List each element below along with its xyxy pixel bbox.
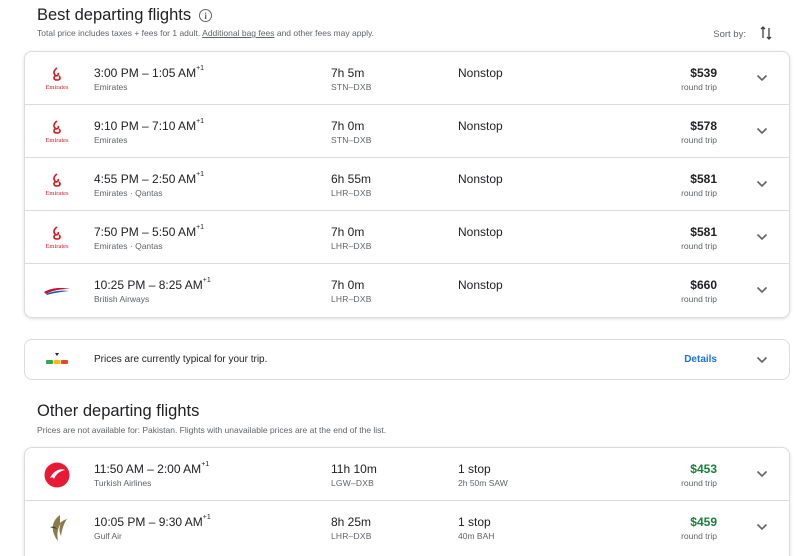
trip-type: round trip: [681, 188, 717, 198]
flight-times: 11:50 AM – 2:00 AM+1: [94, 461, 210, 476]
flight-price: $539: [690, 66, 717, 80]
flight-duration: 11h 10m: [331, 462, 377, 476]
flight-times: 10:25 PM – 8:25 AM+1: [94, 277, 211, 292]
emirates-logo: Emirates: [41, 171, 73, 199]
flight-times: 7:50 PM – 5:50 AM+1: [94, 224, 205, 239]
other-flights-list: 11:50 AM – 2:00 AM+1 Turkish Airlines 11…: [24, 447, 790, 556]
chevron-down-icon[interactable]: [755, 353, 769, 367]
flight-route: LHR–DXB: [331, 188, 372, 198]
price-insight-banner[interactable]: Prices are currently typical for your tr…: [24, 339, 790, 380]
flight-row[interactable]: 11:50 AM – 2:00 AM+1 Turkish Airlines 11…: [25, 448, 789, 501]
chevron-down-icon[interactable]: [755, 467, 769, 481]
flight-duration: 8h 25m: [331, 515, 372, 529]
other-flights-subtitle: Prices are not available for: Pakistan. …: [37, 425, 387, 435]
flight-price: $453: [690, 462, 717, 476]
flight-route: LHR–DXB: [331, 241, 372, 251]
svg-text:Emirates: Emirates: [45, 243, 69, 250]
flight-stops: 1 stop: [458, 462, 491, 476]
chevron-down-icon[interactable]: [755, 177, 769, 191]
chevron-down-icon[interactable]: [755, 230, 769, 244]
flight-route: STN–DXB: [331, 135, 372, 145]
flight-duration: 7h 5m: [331, 66, 365, 80]
trip-type: round trip: [681, 294, 717, 304]
flight-stops: Nonstop: [458, 225, 503, 239]
flight-row[interactable]: Emirates 3:00 PM – 1:05 AM+1 Emirates 7h…: [25, 52, 789, 105]
price-gauge-icon: [45, 352, 69, 368]
layover-detail: 2h 50m SAW: [458, 478, 508, 488]
trip-type: round trip: [681, 531, 717, 541]
best-flights-title: Best departing flights i: [37, 6, 213, 25]
best-flights-subtitle: Total price includes taxes + fees for 1 …: [37, 28, 375, 38]
flight-duration: 7h 0m: [331, 119, 365, 133]
airline-name: Turkish Airlines: [94, 478, 152, 488]
best-flights-list: Emirates 3:00 PM – 1:05 AM+1 Emirates 7h…: [24, 51, 790, 318]
airline-name: British Airways: [94, 294, 150, 304]
flight-route: STN–DXB: [331, 82, 372, 92]
flight-price: $578: [690, 119, 717, 133]
turkish-airlines-logo: [41, 461, 73, 489]
flight-route: LHR–DXB: [331, 531, 372, 541]
sort-label: Sort by:: [713, 29, 746, 40]
british-airways-logo: [41, 277, 73, 305]
trip-type: round trip: [681, 241, 717, 251]
svg-text:Emirates: Emirates: [45, 84, 69, 91]
chevron-down-icon[interactable]: [755, 283, 769, 297]
airline-name: Emirates: [94, 82, 128, 92]
info-icon[interactable]: i: [199, 9, 213, 22]
price-insight-text: Prices are currently typical for your tr…: [94, 354, 268, 365]
sort-icon[interactable]: [760, 26, 772, 43]
chevron-down-icon[interactable]: [755, 124, 769, 138]
flight-times: 3:00 PM – 1:05 AM+1: [94, 65, 205, 80]
flight-price: $459: [690, 515, 717, 529]
svg-text:Emirates: Emirates: [45, 190, 69, 197]
airline-name: Emirates: [94, 135, 128, 145]
details-link[interactable]: Details: [684, 354, 717, 365]
svg-text:Emirates: Emirates: [45, 137, 69, 144]
layover-detail: 40m BAH: [458, 531, 495, 541]
airline-name: Emirates · Qantas: [94, 188, 163, 198]
flight-row[interactable]: 10:25 PM – 8:25 AM+1 British Airways 7h …: [25, 264, 789, 317]
flight-duration: 7h 0m: [331, 225, 365, 239]
airline-name: Gulf Air: [94, 531, 122, 541]
flight-price: $660: [690, 278, 717, 292]
emirates-logo: Emirates: [41, 118, 73, 146]
flight-stops: 1 stop: [458, 515, 491, 529]
gulf-air-logo: [41, 514, 73, 542]
flight-row[interactable]: Emirates 4:55 PM – 2:50 AM+1 Emirates · …: [25, 158, 789, 211]
flight-stops: Nonstop: [458, 278, 503, 292]
flight-row[interactable]: 10:05 PM – 9:30 AM+1 Gulf Air 8h 25m LHR…: [25, 501, 789, 554]
airline-name: Emirates · Qantas: [94, 241, 163, 251]
flight-duration: 7h 0m: [331, 278, 365, 292]
flight-price: $581: [690, 172, 717, 186]
flight-times: 10:05 PM – 9:30 AM+1: [94, 514, 211, 529]
flight-stops: Nonstop: [458, 119, 503, 133]
flight-row[interactable]: Emirates 7:50 PM – 5:50 AM+1 Emirates · …: [25, 211, 789, 264]
flight-route: LGW–DXB: [331, 478, 374, 488]
flight-times: 4:55 PM – 2:50 AM+1: [94, 171, 205, 186]
emirates-logo: Emirates: [41, 65, 73, 93]
trip-type: round trip: [681, 135, 717, 145]
trip-type: round trip: [681, 82, 717, 92]
sort-control[interactable]: Sort by:: [713, 26, 772, 43]
emirates-logo: Emirates: [41, 224, 73, 252]
other-flights-title: Other departing flights: [37, 402, 200, 420]
flight-row[interactable]: Emirates 9:10 PM – 7:10 AM+1 Emirates 7h…: [25, 105, 789, 158]
flight-duration: 6h 55m: [331, 172, 372, 186]
flight-route: LHR–DXB: [331, 294, 372, 304]
bag-fees-link[interactable]: Additional bag fees: [202, 28, 274, 38]
chevron-down-icon[interactable]: [755, 71, 769, 85]
flight-price: $581: [690, 225, 717, 239]
flight-stops: Nonstop: [458, 66, 503, 80]
trip-type: round trip: [681, 478, 717, 488]
chevron-down-icon[interactable]: [755, 520, 769, 534]
flight-times: 9:10 PM – 7:10 AM+1: [94, 118, 205, 133]
flight-stops: Nonstop: [458, 172, 503, 186]
